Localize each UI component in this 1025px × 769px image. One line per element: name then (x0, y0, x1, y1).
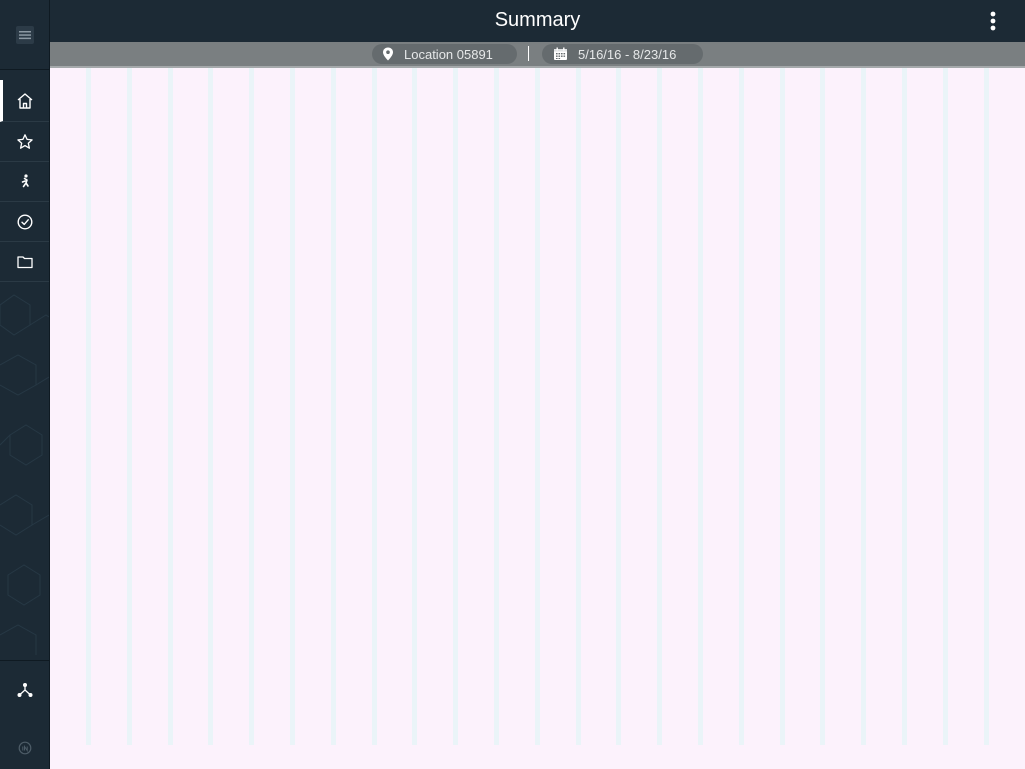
check-circle-icon (16, 213, 33, 230)
app-window: Summary Location 05891 5/16/16 - 8/23/16 (0, 0, 1025, 769)
grid-stripe (902, 68, 907, 745)
filter-bar: Location 05891 5/16/16 - 8/23/16 (50, 42, 1025, 68)
grid-stripe (861, 68, 866, 745)
grid-stripe (984, 68, 989, 745)
grid-stripe (372, 68, 377, 745)
home-icon (17, 92, 32, 109)
map-pin-icon (382, 47, 394, 61)
sidebar-item-favorites[interactable] (0, 122, 49, 162)
grid-stripe (453, 68, 458, 745)
grid-stripe (698, 68, 703, 745)
sidebar-item-files[interactable] (0, 242, 49, 282)
date-range-filter[interactable]: 5/16/16 - 8/23/16 (542, 44, 703, 64)
grid-stripe (208, 68, 213, 745)
more-vertical-icon (990, 11, 996, 31)
grid-stripe (494, 68, 499, 745)
date-range-label: 5/16/16 - 8/23/16 (578, 46, 677, 62)
grid-stripe (943, 68, 948, 745)
network-nodes-icon (17, 683, 32, 697)
sidebar-nav (0, 80, 49, 282)
sidebar-divider (0, 660, 49, 661)
sidebar-item-tasks[interactable] (0, 202, 49, 242)
grid-stripe (657, 68, 662, 745)
grid-stripe (412, 68, 417, 745)
sidebar-item-home[interactable] (0, 80, 49, 122)
grid-stripe (249, 68, 254, 745)
folder-icon (16, 255, 33, 268)
page-title: Summary (494, 9, 581, 31)
grid-stripe (780, 68, 785, 745)
top-header: Summary (50, 0, 1025, 42)
sidebar-item-activity[interactable] (0, 162, 49, 202)
grid-stripe (86, 68, 91, 745)
hamburger-menu-button[interactable] (0, 0, 49, 70)
grid-stripe (576, 68, 581, 745)
hexagon-pattern (0, 294, 49, 655)
grid-stripe (616, 68, 621, 745)
location-filter[interactable]: Location 05891 (372, 44, 517, 64)
sidebar (0, 0, 50, 769)
star-icon (16, 133, 33, 149)
grid-stripe (535, 68, 540, 745)
grid-stripe (127, 68, 132, 745)
grid-stripe (820, 68, 825, 745)
filter-separator (528, 46, 529, 61)
more-options-button[interactable] (983, 10, 1003, 32)
location-label: Location 05891 (404, 46, 493, 62)
grid-stripe (739, 68, 744, 745)
brand-logo (0, 737, 49, 759)
grid-stripe (290, 68, 295, 745)
hamburger-icon (15, 25, 34, 44)
main-content (50, 68, 1025, 769)
grid-stripe (331, 68, 336, 745)
grid-stripe (168, 68, 173, 745)
calendar-icon (553, 47, 568, 61)
network-button[interactable] (0, 672, 49, 708)
running-person-icon (21, 173, 29, 187)
logo-icon (18, 741, 31, 755)
